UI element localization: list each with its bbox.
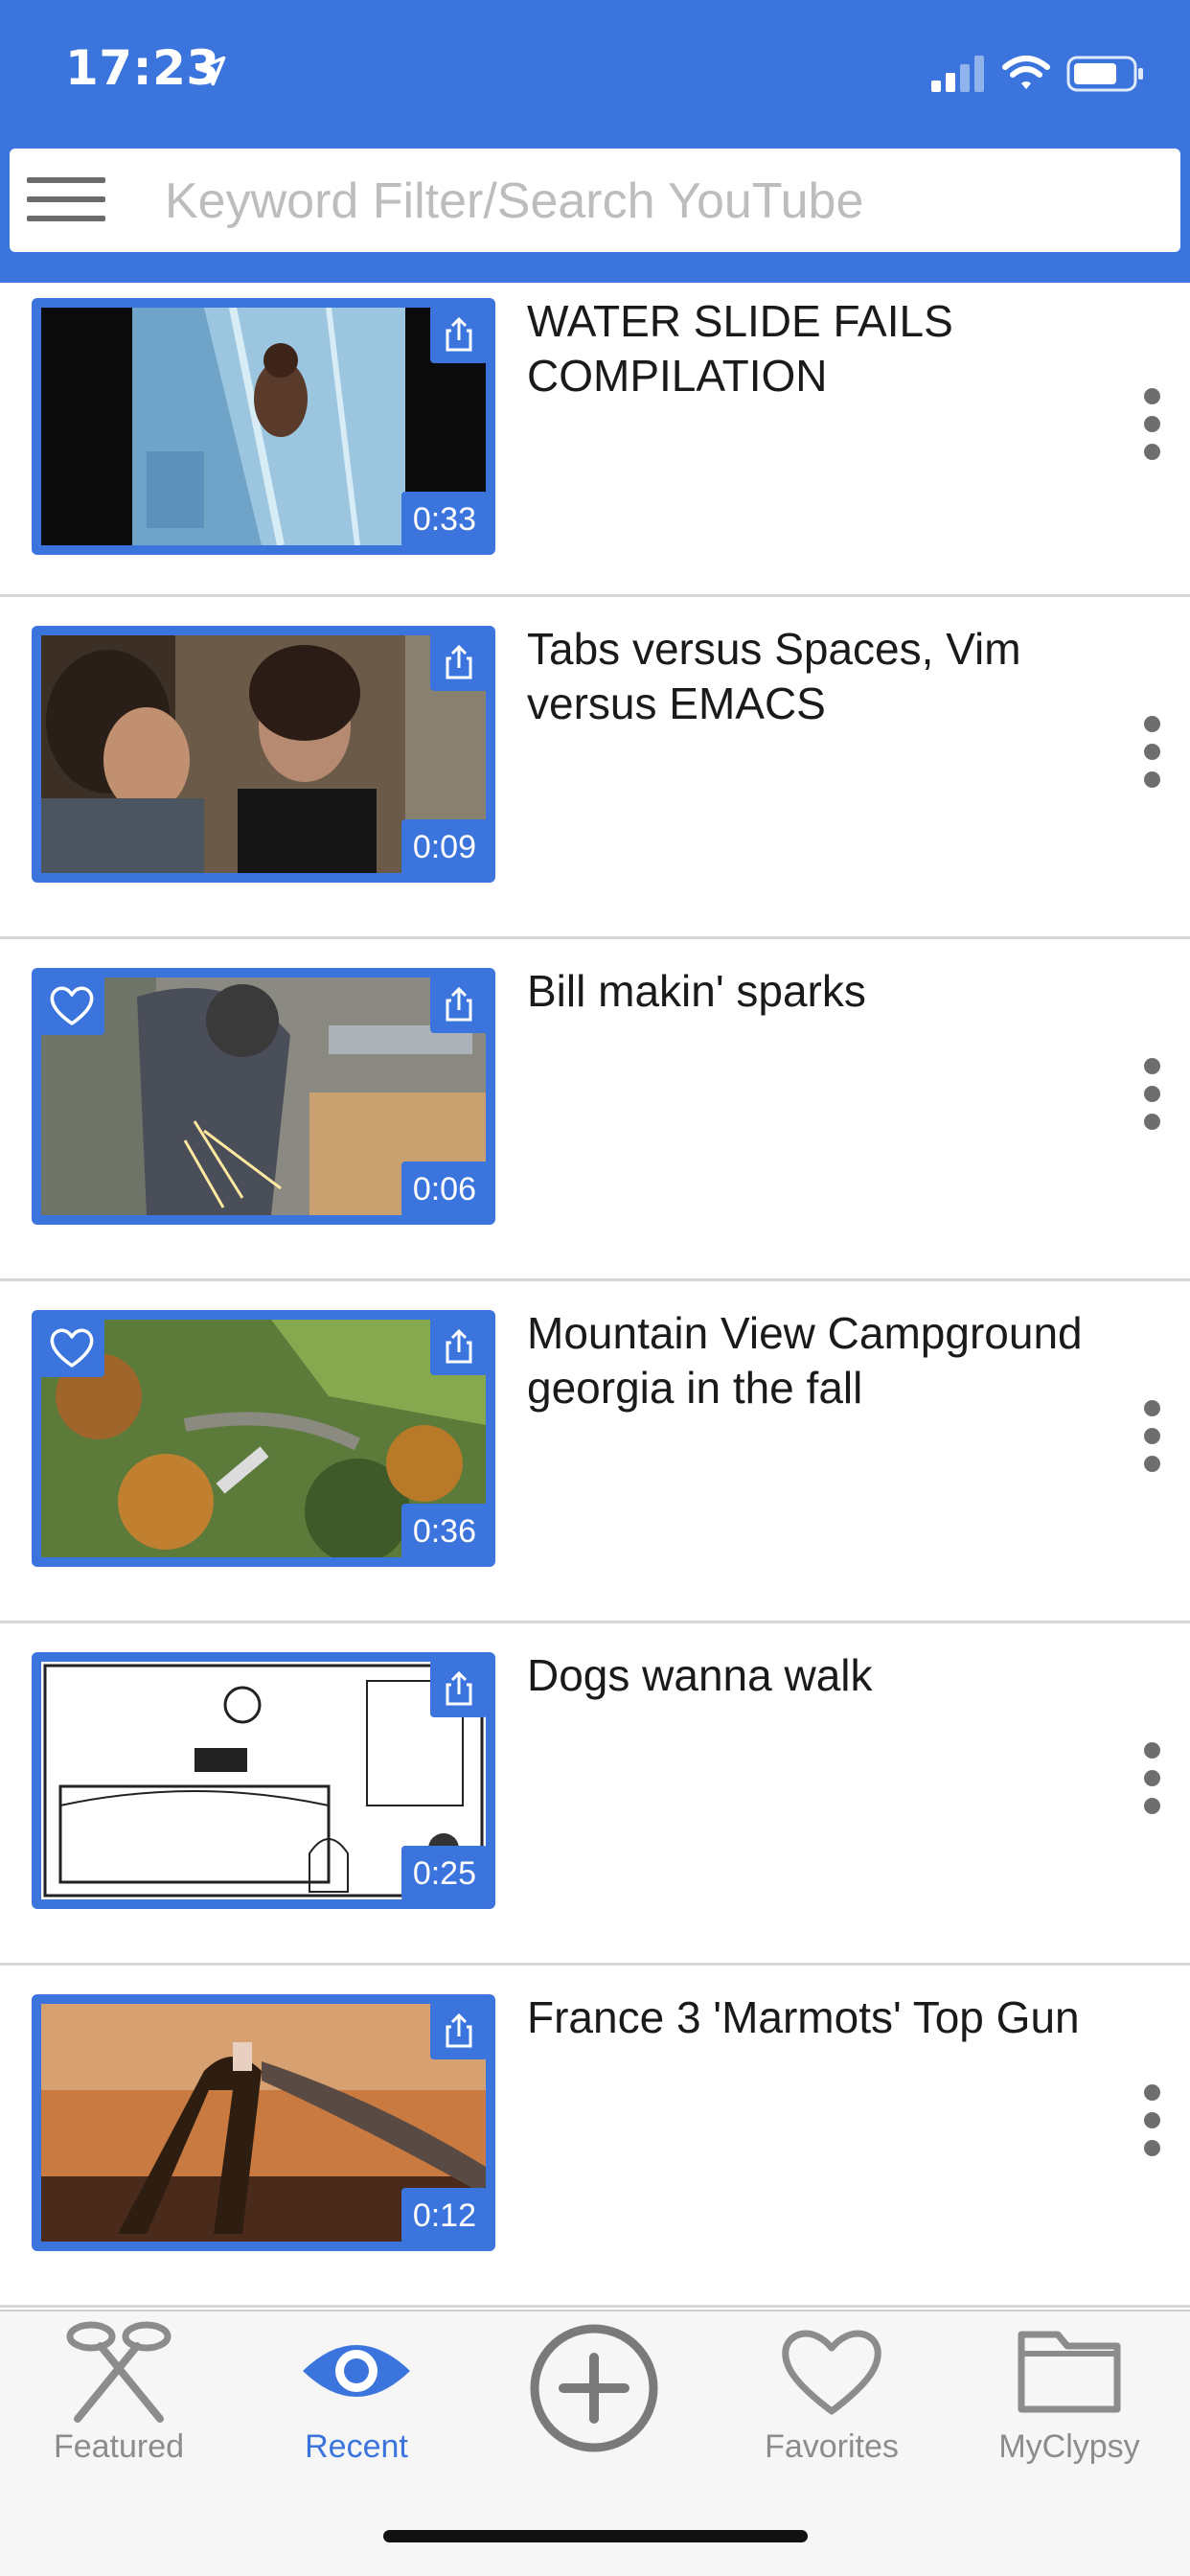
tab-label: Recent: [305, 2428, 408, 2465]
more-options-icon[interactable]: [1140, 388, 1163, 461]
video-thumbnail[interactable]: 0:09: [32, 626, 495, 883]
video-title[interactable]: Tabs versus Spaces, Vim versus EMACS: [527, 622, 1102, 731]
video-thumbnail[interactable]: 0:06: [32, 968, 495, 1225]
folder-icon: [1018, 2331, 1121, 2413]
share-button[interactable]: [430, 306, 488, 363]
more-options-icon[interactable]: [1140, 1400, 1163, 1473]
video-duration: 0:09: [400, 819, 488, 875]
share-button[interactable]: [430, 633, 488, 691]
share-icon: [446, 986, 472, 1022]
tab-label: Favorites: [765, 2428, 899, 2465]
video-duration: 0:12: [400, 2188, 488, 2243]
video-title[interactable]: Dogs wanna walk: [527, 1648, 1102, 1703]
cellular-signal-icon: [931, 56, 984, 92]
list-item[interactable]: 0:36 Mountain View Campground georgia in…: [0, 1281, 1190, 1623]
video-duration: 0:25: [400, 1846, 488, 1901]
tab-add[interactable]: [475, 2312, 713, 2503]
tab-label: MyClypsy: [998, 2428, 1140, 2465]
eye-icon: [303, 2345, 410, 2397]
video-thumbnail[interactable]: 0:12: [32, 1994, 495, 2251]
video-title[interactable]: Mountain View Campground georgia in the …: [527, 1306, 1102, 1415]
video-list: 0:33 WATER SLIDE FAILS COMPILATION 0:09 …: [0, 283, 1190, 2308]
list-item[interactable]: 0:33 WATER SLIDE FAILS COMPILATION: [0, 283, 1190, 597]
list-item[interactable]: 0:09 Tabs versus Spaces, Vim versus EMAC…: [0, 597, 1190, 939]
video-duration: 0:06: [400, 1162, 488, 1217]
more-options-icon[interactable]: [1140, 716, 1163, 789]
video-thumbnail[interactable]: 0:36: [32, 1310, 495, 1567]
location-arrow-icon: [195, 56, 226, 86]
video-title[interactable]: France 3 'Marmots' Top Gun: [527, 1990, 1102, 2045]
share-icon: [446, 316, 472, 352]
video-thumbnail[interactable]: 0:33: [32, 298, 495, 555]
share-button[interactable]: [430, 1660, 488, 1717]
heart-icon: [50, 986, 94, 1025]
tab-featured[interactable]: Featured: [0, 2312, 238, 2503]
tab-favorites[interactable]: Favorites: [713, 2312, 950, 2503]
app-header: 17:23: [0, 0, 1190, 283]
video-duration: 0:36: [400, 1504, 488, 1559]
plus-circle-icon: [530, 2324, 658, 2452]
share-button[interactable]: [430, 976, 488, 1033]
video-thumbnail[interactable]: 0:25: [32, 1652, 495, 1909]
favorite-button[interactable]: [39, 976, 104, 1035]
more-options-icon[interactable]: [1140, 1742, 1163, 1815]
more-options-icon[interactable]: [1140, 1058, 1163, 1131]
tab-recent[interactable]: Recent: [238, 2312, 475, 2503]
share-icon: [446, 1670, 472, 1706]
more-options-icon[interactable]: [1140, 2084, 1163, 2157]
search-bar: [10, 149, 1180, 252]
tab-myclypsy[interactable]: MyClypsy: [950, 2312, 1188, 2503]
share-icon: [446, 644, 472, 679]
home-indicator: [383, 2530, 808, 2542]
list-item[interactable]: 0:06 Bill makin' sparks: [0, 939, 1190, 1281]
battery-icon: [1066, 56, 1143, 92]
list-item[interactable]: 0:25 Dogs wanna walk: [0, 1623, 1190, 1966]
share-button[interactable]: [430, 1318, 488, 1375]
search-input[interactable]: [163, 164, 1163, 239]
tab-label: Featured: [53, 2428, 185, 2465]
share-icon: [446, 2012, 472, 2048]
video-title[interactable]: Bill makin' sparks: [527, 964, 1102, 1019]
heart-icon: [50, 1328, 94, 1368]
hamburger-menu-icon[interactable]: [27, 177, 115, 225]
share-icon: [446, 1328, 472, 1364]
favorite-button[interactable]: [39, 1318, 104, 1377]
wifi-icon: [1002, 56, 1050, 89]
share-button[interactable]: [430, 2002, 488, 2059]
heart-icon: [782, 2330, 881, 2415]
video-duration: 0:33: [400, 492, 488, 547]
video-title[interactable]: WATER SLIDE FAILS COMPILATION: [527, 294, 1102, 403]
scissors-icon: [66, 2321, 172, 2423]
list-item[interactable]: 0:12 France 3 'Marmots' Top Gun: [0, 1966, 1190, 2308]
